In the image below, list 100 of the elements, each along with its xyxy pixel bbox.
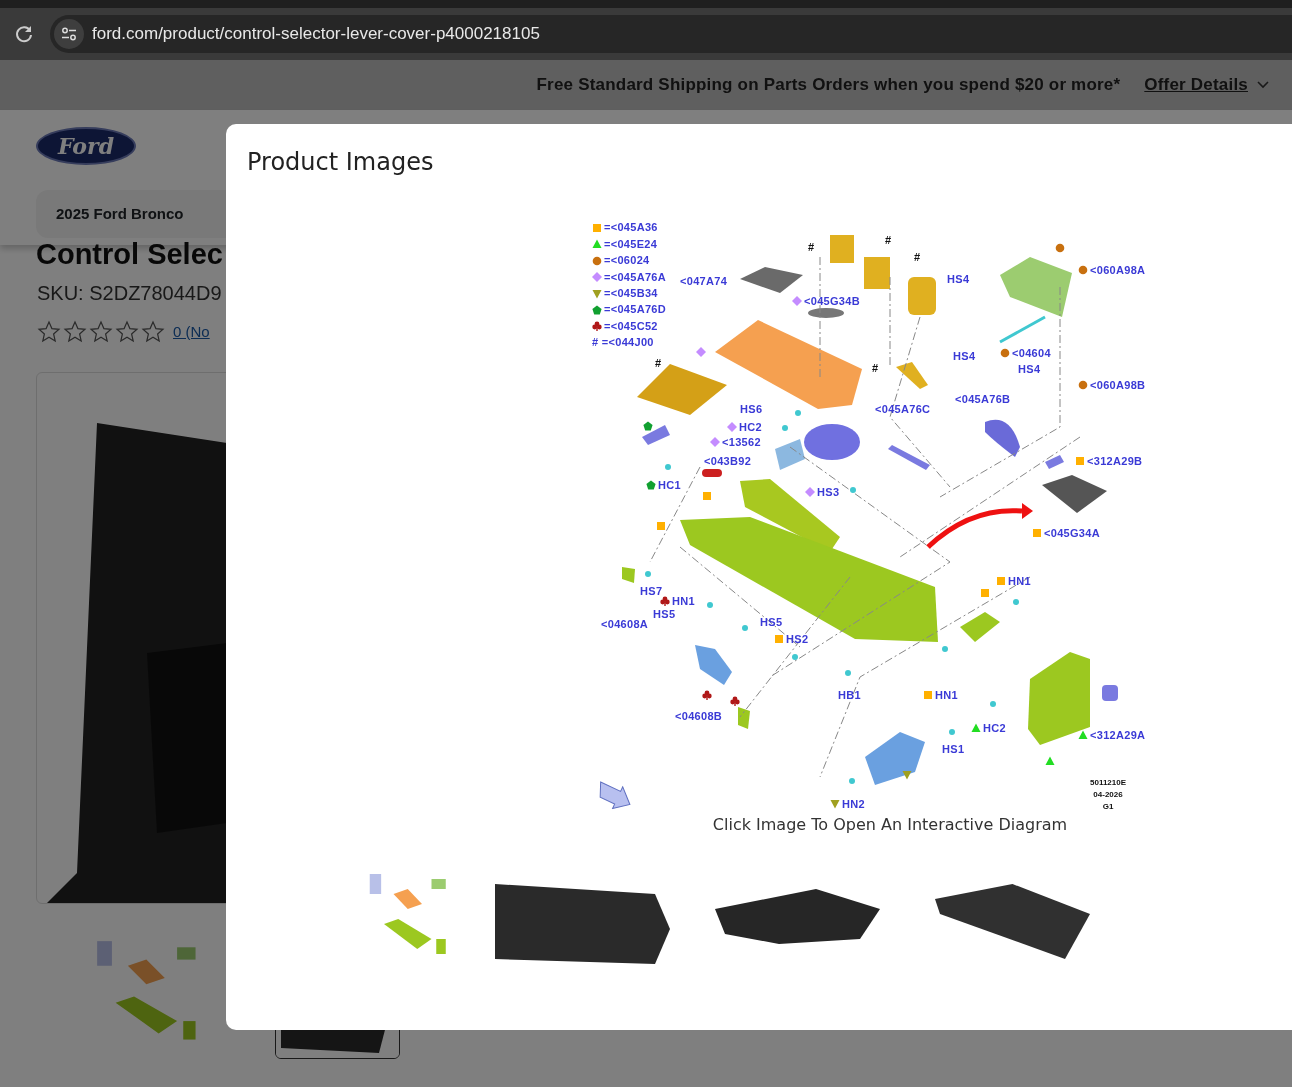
handle-drawing	[985, 419, 1020, 457]
fastener-icon	[990, 700, 996, 707]
pentagon-icon	[646, 480, 656, 491]
part-label[interactable]: <047A74	[680, 275, 728, 287]
chevron-down-icon	[1256, 80, 1270, 90]
part-label[interactable]: <04608B	[675, 710, 723, 722]
legend-text: =<045A36	[604, 222, 658, 234]
fastener-icon	[645, 570, 651, 577]
lever-drawing	[896, 361, 928, 389]
part-label[interactable]: HC2	[739, 421, 762, 433]
part-label[interactable]: <043B92	[704, 455, 752, 467]
part-label[interactable]: HN1	[672, 595, 695, 607]
trim-strip-drawing	[642, 424, 670, 445]
shipping-banner-text: Free Standard Shipping on Parts Orders when you spend $20 or more*	[536, 74, 1121, 97]
part-label[interactable]: HC2	[983, 722, 1006, 734]
legend-text: =<06024	[604, 255, 650, 267]
part-label[interactable]: <13562	[722, 436, 761, 448]
part-label[interactable]: <04608A	[601, 618, 649, 630]
cover-drawing	[738, 706, 750, 729]
switch-drawing	[1045, 454, 1064, 469]
modal-title: Product Images	[247, 148, 435, 177]
triangle-down-icon	[902, 769, 912, 780]
part-label[interactable]: HS7	[640, 585, 663, 597]
circle-icon	[1078, 380, 1088, 391]
square-icon	[774, 634, 784, 645]
cup-drawing	[830, 234, 854, 263]
square-icon	[1032, 528, 1042, 539]
diamond-icon	[727, 422, 737, 433]
reviews-link[interactable]: 0 (No	[173, 320, 210, 344]
square-icon	[996, 576, 1006, 587]
part-label[interactable]: HB1	[838, 689, 861, 701]
diagram-caption[interactable]: Click Image To Open An Interactive Diagram	[712, 812, 1068, 837]
part-label[interactable]: HS1	[942, 743, 965, 755]
diamond-icon	[805, 487, 815, 498]
reload-icon[interactable]	[14, 24, 34, 44]
part-label[interactable]: HC1	[658, 479, 681, 491]
fastener-icon	[942, 645, 948, 652]
cupholder-drawing	[804, 423, 860, 460]
part-label[interactable]: HS3	[817, 486, 840, 498]
knob-drawing	[1102, 684, 1118, 701]
armrest-drawing	[1000, 256, 1072, 317]
part-label[interactable]: <060A98A	[1090, 264, 1146, 276]
triangle-icon	[1045, 755, 1055, 766]
part-label[interactable]: HN1	[1008, 575, 1031, 587]
part-label[interactable]: #	[872, 362, 879, 374]
part-label[interactable]: HN2	[842, 798, 865, 810]
bracket-drawing	[775, 438, 805, 470]
part-label[interactable]: #	[655, 357, 662, 369]
part-label[interactable]: HS6	[740, 403, 763, 415]
cup-drawing	[908, 276, 936, 315]
diagram-code-text: 04-2026	[1092, 788, 1124, 801]
part-label[interactable]: HS2	[786, 633, 809, 645]
fastener-icon	[845, 669, 851, 676]
part-label[interactable]: <045A76B	[955, 393, 1011, 405]
square-icon	[980, 587, 990, 598]
fastener-icon	[742, 624, 748, 631]
product-title: Control Selec	[36, 237, 223, 272]
star-icon	[37, 319, 61, 344]
legend-text: =<045C52	[604, 320, 658, 332]
part-label[interactable]: #	[885, 234, 892, 246]
star-icon	[89, 319, 113, 344]
diamond-icon	[696, 346, 706, 357]
part-label[interactable]: HS5	[653, 608, 676, 620]
circle-icon	[1055, 242, 1065, 253]
part-label[interactable]: HN1	[935, 689, 958, 701]
tray-drawing	[740, 266, 803, 293]
part-label[interactable]: <060A98B	[1090, 379, 1146, 391]
ford-logo[interactable]: Ford	[36, 127, 136, 165]
pentagon-icon	[643, 420, 653, 431]
part-label[interactable]: <045G34B	[804, 295, 860, 307]
plug-drawing	[702, 468, 722, 477]
rod-drawing	[999, 315, 1046, 344]
fastener-icon	[665, 463, 671, 470]
bracket-drawing	[865, 731, 925, 785]
pad-drawing	[1042, 474, 1107, 513]
part-label[interactable]: <045A76C	[875, 403, 931, 415]
legend-text: # =<044J00	[592, 337, 654, 349]
part-label[interactable]: #	[808, 241, 815, 253]
part-label[interactable]: <312A29B	[1087, 455, 1143, 467]
part-label[interactable]: <312A29A	[1090, 729, 1146, 741]
site-settings-icon[interactable]	[54, 19, 84, 49]
sku-text: SKU: S2DZ78044D9	[37, 280, 222, 306]
latch-drawing	[960, 611, 1000, 642]
fastener-icon	[795, 409, 801, 416]
diagram-code-text: G1	[1101, 800, 1115, 813]
triangle-icon	[1078, 730, 1088, 741]
diagram-code-text: 5011210E	[1090, 776, 1127, 789]
bracket-drawing	[695, 644, 732, 685]
part-label[interactable]: HS4	[953, 350, 976, 362]
part-label[interactable]: #	[914, 251, 921, 263]
part-label[interactable]: <04604	[1012, 347, 1051, 359]
trim-strip-drawing	[888, 444, 930, 470]
part-label[interactable]: <045G34A	[1044, 527, 1100, 539]
cup-mat-drawing	[808, 307, 844, 318]
fastener-icon	[792, 653, 798, 660]
part-label[interactable]: HS4	[1018, 363, 1041, 375]
cover-drawing	[622, 566, 635, 583]
part-label[interactable]: HS5	[760, 616, 783, 628]
legend-text: =<045E24	[604, 238, 658, 250]
part-label[interactable]: HS4	[947, 273, 970, 285]
